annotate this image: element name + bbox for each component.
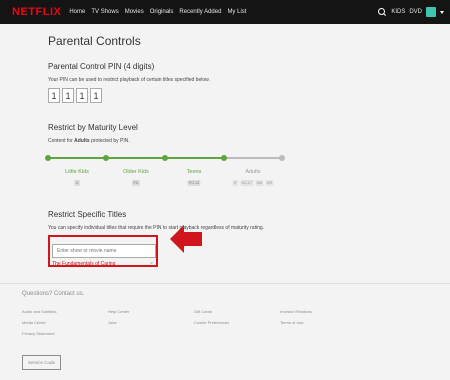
maturity-ratings: PG xyxy=(131,180,141,186)
main-nav: Home TV Shows Movies Originals Recently … xyxy=(69,9,246,15)
footer-link[interactable]: Cookie Preferences xyxy=(194,320,280,325)
profile-avatar[interactable] xyxy=(426,7,436,17)
maturity-description: Content for Adults protected by PIN. xyxy=(48,138,410,144)
title-search-input[interactable] xyxy=(52,244,156,258)
pin-digit-3[interactable]: 1 xyxy=(76,88,88,103)
maturity-desc-bold: Adults xyxy=(74,138,90,144)
pin-description: Your PIN can be used to restrict playbac… xyxy=(48,77,210,83)
rating-badge: MA xyxy=(255,180,264,186)
top-navigation-bar: NETFLIX Home TV Shows Movies Originals R… xyxy=(0,0,450,24)
nav-tv-shows[interactable]: TV Shows xyxy=(91,9,118,15)
rating-badge: PG xyxy=(131,180,141,186)
service-code-button[interactable]: Service Code xyxy=(22,355,62,370)
footer-link[interactable]: Jobs xyxy=(108,320,194,325)
rating-badge: G xyxy=(74,180,80,186)
restrict-heading: Restrict Specific Titles xyxy=(48,210,127,219)
pin-digit-2[interactable]: 1 xyxy=(62,88,74,103)
footer-link[interactable]: Gift Cards xyxy=(194,309,280,314)
footer-link[interactable]: Audio and Subtitles xyxy=(22,309,108,314)
footer-link[interactable]: Terms of Use xyxy=(280,320,366,325)
nav-originals[interactable]: Originals xyxy=(150,9,174,15)
slider-inactive-track xyxy=(224,157,282,159)
footer-link[interactable]: Privacy Statement xyxy=(22,331,108,336)
maturity-ratings: R NC-17 MA UR xyxy=(232,180,274,186)
nav-home[interactable]: Home xyxy=(69,9,85,15)
maturity-desc-suffix: protected by PIN. xyxy=(89,138,130,144)
kids-link[interactable]: KIDS xyxy=(391,9,405,15)
remove-icon[interactable]: × xyxy=(150,261,153,267)
maturity-ratings: PG-13 xyxy=(187,180,201,186)
restricted-title-row: The Fundamentals of Caring × xyxy=(52,261,156,267)
maturity-heading: Restrict by Maturity Level xyxy=(48,123,138,132)
footer-divider xyxy=(0,283,450,284)
pin-input-group: 1 1 1 1 xyxy=(48,88,410,103)
nav-my-list[interactable]: My List xyxy=(227,9,246,15)
dvd-link[interactable]: DVD xyxy=(409,9,422,15)
restrict-description: You can specify individual titles that r… xyxy=(48,225,265,231)
netflix-logo[interactable]: NETFLIX xyxy=(12,6,61,18)
rating-badge: PG-13 xyxy=(187,180,201,186)
search-icon[interactable] xyxy=(378,7,387,17)
footer: Questions? Contact us. Audio and Subtitl… xyxy=(22,291,428,370)
maturity-level-label[interactable]: Adults xyxy=(245,169,260,175)
maturity-slider[interactable]: Little Kids G Older Kids PG Teens PG-13 Adults… xyxy=(45,150,285,190)
rating-badge: NC-17 xyxy=(240,180,254,186)
slider-stop-3[interactable] xyxy=(162,155,168,161)
pin-digit-4[interactable]: 1 xyxy=(90,88,102,103)
slider-stop-5[interactable] xyxy=(279,155,285,161)
footer-link[interactable]: Media Center xyxy=(22,320,108,325)
slider-stop-1[interactable] xyxy=(45,155,51,161)
restricted-title[interactable]: The Fundamentals of Caring xyxy=(52,261,115,267)
maturity-level-label[interactable]: Older Kids xyxy=(123,169,149,175)
maturity-desc-prefix: Content for xyxy=(48,138,75,144)
nav-recently-added[interactable]: Recently Added xyxy=(179,9,221,15)
slider-stop-2[interactable] xyxy=(103,155,109,161)
page-title: Parental Controls xyxy=(48,34,141,48)
slider-active-track xyxy=(48,157,224,159)
footer-contact[interactable]: Questions? Contact us. xyxy=(22,291,428,297)
rating-badge: UR xyxy=(265,180,274,186)
nav-movies[interactable]: Movies xyxy=(125,9,144,15)
pin-heading: Parental Control PIN (4 digits) xyxy=(48,62,155,71)
footer-links: Audio and Subtitles Help Center Gift Car… xyxy=(22,309,428,336)
header-right: KIDS DVD xyxy=(378,7,444,17)
chevron-down-icon[interactable] xyxy=(440,10,444,14)
annotation-arrow-icon xyxy=(170,225,202,253)
slider-stop-4[interactable] xyxy=(221,155,227,161)
footer-link[interactable]: Investor Relations xyxy=(280,309,366,314)
main-content: Parental Controls Parental Control PIN (… xyxy=(45,34,410,267)
maturity-ratings: G xyxy=(74,180,80,186)
rating-badge: R xyxy=(232,180,239,186)
maturity-level-label[interactable]: Little Kids xyxy=(65,169,89,175)
footer-link[interactable]: Help Center xyxy=(108,309,194,314)
restricted-titles-box: The Fundamentals of Caring × xyxy=(48,235,158,267)
maturity-level-label[interactable]: Teens xyxy=(187,169,202,175)
pin-digit-1[interactable]: 1 xyxy=(48,88,60,103)
